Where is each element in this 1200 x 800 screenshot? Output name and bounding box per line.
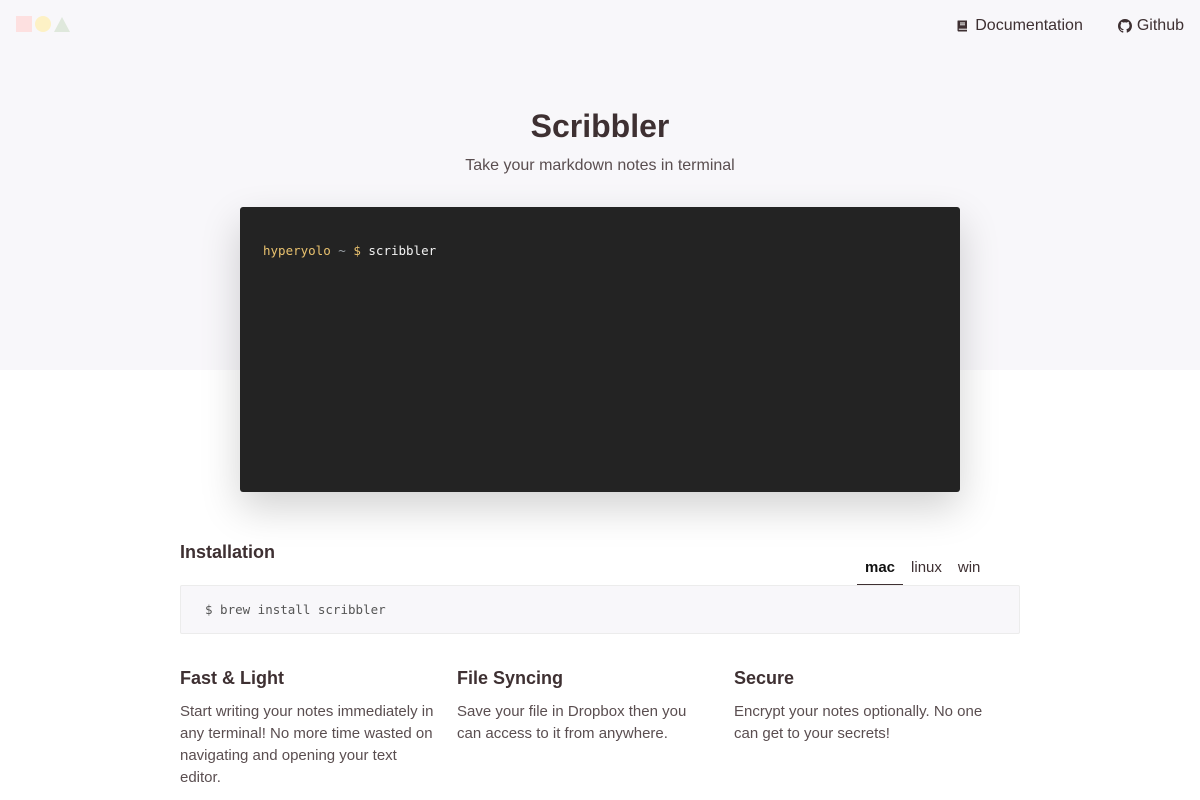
installation-heading: Installation <box>180 542 276 562</box>
feature-title: Secure <box>734 668 795 688</box>
book-icon <box>956 19 970 33</box>
terminal-window[interactable]: hyperyolo ~ $ scribbler <box>240 207 960 492</box>
documentation-label: Documentation <box>975 17 1083 34</box>
tab-win[interactable]: win <box>950 556 989 586</box>
github-link[interactable]: Github <box>1117 17 1184 35</box>
documentation-link[interactable]: Documentation <box>956 17 1083 35</box>
top-nav: Documentation Github <box>956 17 1184 35</box>
os-tabs: mac linux win <box>857 556 988 586</box>
terminal-prompt: $ <box>353 243 361 258</box>
tab-mac[interactable]: mac <box>857 556 904 586</box>
logo[interactable] <box>16 16 70 32</box>
page-subtitle: Take your markdown notes in terminal <box>465 157 735 174</box>
github-label: Github <box>1136 17 1184 34</box>
terminal-user: hyperyolo <box>263 243 331 258</box>
triangle-logo-shape <box>54 16 70 32</box>
feature-file-syncing: File Syncing Save your file in Dropbox t… <box>457 668 734 789</box>
features-section: Fast & Light Start writing your notes im… <box>180 668 1020 789</box>
feature-title: Fast & Light <box>180 668 284 688</box>
feature-fast-light: Fast & Light Start writing your notes im… <box>180 668 457 789</box>
feature-description: Start writing your notes immediately in … <box>180 703 434 786</box>
github-icon <box>1117 19 1132 33</box>
tab-linux[interactable]: linux <box>903 556 950 586</box>
square-logo-shape <box>16 16 32 32</box>
terminal-command: scribbler <box>368 243 437 258</box>
install-command[interactable]: $ brew install scribbler <box>180 585 1020 634</box>
feature-secure: Secure Encrypt your notes optionally. No… <box>734 668 1011 789</box>
feature-description: Save your file in Dropbox then you can a… <box>457 703 687 742</box>
page-title: Scribbler <box>530 108 670 144</box>
feature-description: Encrypt your notes optionally. No one ca… <box>734 703 983 742</box>
circle-logo-shape <box>35 16 51 32</box>
feature-title: File Syncing <box>457 668 564 688</box>
terminal-path: ~ <box>338 243 346 258</box>
